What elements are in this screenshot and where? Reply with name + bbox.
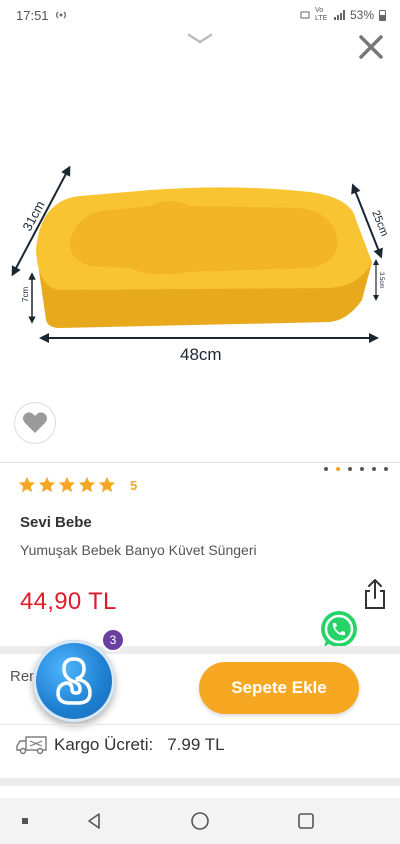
dimension-length: 48cm — [180, 345, 222, 364]
gallery-dot[interactable] — [372, 467, 376, 471]
star-icon — [38, 476, 56, 493]
assistant-button[interactable] — [33, 640, 115, 722]
share-icon[interactable] — [362, 578, 388, 610]
hotspot-icon — [55, 11, 66, 19]
notification-badge: 3 — [101, 628, 125, 652]
gallery-dots — [324, 467, 388, 471]
system-nav-bar — [0, 798, 400, 844]
rating-count: 5 — [130, 477, 138, 493]
battery-icon — [379, 9, 386, 21]
star-icon — [58, 476, 76, 493]
product-price: 44,90 TL — [20, 588, 117, 615]
top-controls — [0, 28, 400, 68]
favorite-button[interactable] — [14, 402, 56, 444]
gallery-dot[interactable] — [324, 467, 328, 471]
status-bar: 17:51 Vo LTE 53% — [0, 0, 400, 30]
brand-name[interactable]: Sevi Bebe — [20, 514, 92, 531]
heart-icon — [23, 412, 47, 433]
rating[interactable]: 5 — [18, 476, 137, 494]
gallery-dot-active[interactable] — [336, 467, 340, 471]
truck-icon — [16, 736, 47, 755]
network-label: Vo LTE — [314, 7, 328, 22]
divider — [0, 462, 400, 463]
product-image: 31cm 7cm 25cm 3.5cm 48cm — [11, 165, 390, 364]
star-icon — [18, 476, 36, 493]
assistant-logo-icon — [56, 657, 92, 705]
chevron-down-icon[interactable] — [187, 32, 213, 46]
gallery-dot[interactable] — [348, 467, 352, 471]
dimension-right-height: 3.5cm — [378, 272, 384, 288]
product-title: Yumuşak Bebek Banyo Küvet Süngeri — [20, 542, 257, 558]
star-icon — [98, 476, 116, 493]
add-to-cart-button[interactable]: Sepete Ekle — [199, 662, 359, 714]
star-icon — [78, 476, 96, 493]
gallery-dot[interactable] — [384, 467, 388, 471]
signal-icon — [333, 10, 345, 20]
dimension-height: 7cm — [21, 287, 30, 302]
section-separator — [0, 778, 400, 786]
menu-dot-icon[interactable] — [14, 810, 36, 832]
close-icon[interactable] — [356, 32, 386, 62]
divider — [0, 724, 400, 725]
shipping-label: Kargo Ücreti: — [54, 735, 154, 754]
gallery-dot[interactable] — [360, 467, 364, 471]
battery-percent: 53% — [349, 8, 374, 22]
shipping-value: 7.99 TL — [167, 735, 225, 754]
status-left: 17:51 — [16, 8, 67, 23]
shipping-info: Kargo Ücreti: 7.99 TL — [16, 734, 225, 756]
recents-icon[interactable] — [295, 810, 317, 832]
status-time: 17:51 — [16, 7, 49, 23]
status-right: Vo LTE 53% — [300, 7, 386, 23]
whatsapp-icon[interactable] — [318, 609, 360, 651]
alarm-icon — [300, 11, 310, 19]
home-icon[interactable] — [189, 810, 211, 832]
back-icon[interactable] — [83, 810, 105, 832]
